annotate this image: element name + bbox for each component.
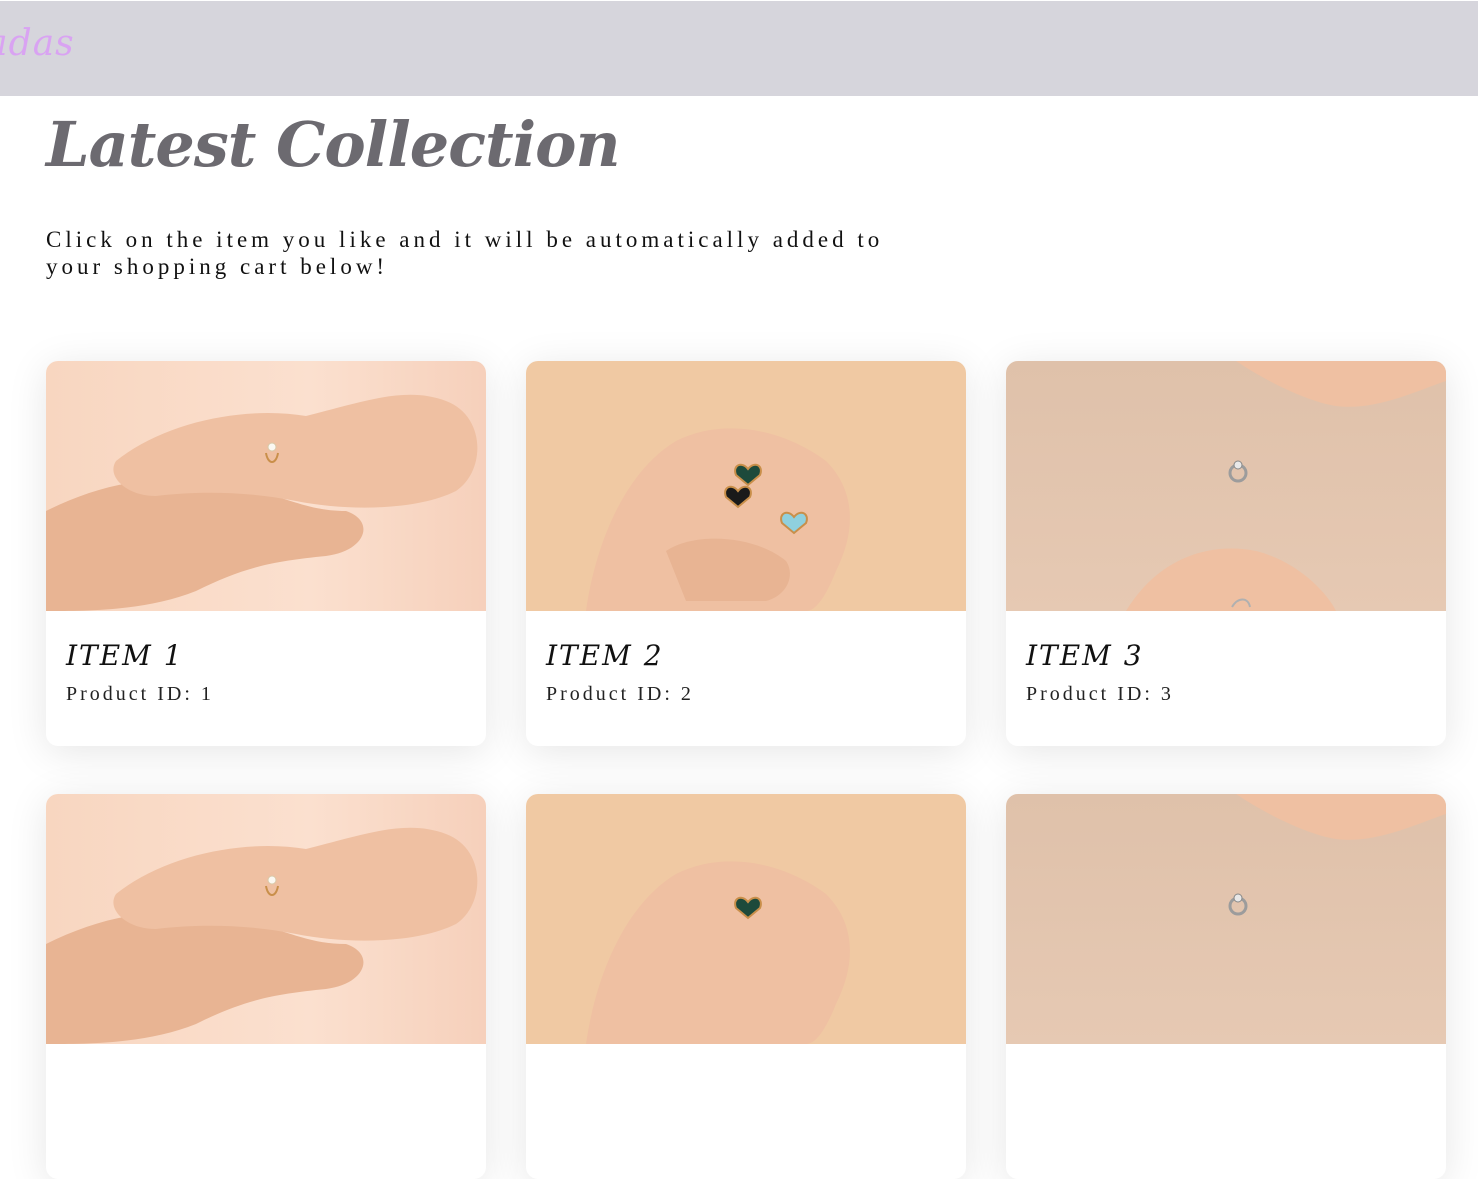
intro-text: Click on the item you like and it will b… — [46, 227, 884, 279]
product-image — [1006, 361, 1446, 611]
product-card-5[interactable] — [526, 794, 966, 1179]
product-image — [46, 361, 486, 611]
product-id: Product ID: 3 — [1026, 683, 1174, 705]
product-card-2[interactable]: ITEM 2 Product ID: 2 — [526, 361, 966, 746]
page-title: Latest Collection — [46, 108, 621, 181]
top-navbar: nadas — [0, 1, 1478, 96]
product-image — [1006, 794, 1446, 1044]
product-name: ITEM 1 — [66, 639, 184, 672]
product-image — [526, 794, 966, 1044]
product-card-1[interactable]: ITEM 1 Product ID: 1 — [46, 361, 486, 746]
product-image — [46, 794, 486, 1044]
product-image — [526, 361, 966, 611]
product-card-4[interactable] — [46, 794, 486, 1179]
product-id: Product ID: 2 — [546, 683, 694, 705]
product-card-6[interactable] — [1006, 794, 1446, 1179]
product-id: Product ID: 1 — [66, 683, 214, 705]
product-name: ITEM 2 — [546, 639, 664, 672]
product-name: ITEM 3 — [1026, 639, 1144, 672]
brand-logo[interactable]: nadas — [0, 23, 75, 64]
product-card-3[interactable]: ITEM 3 Product ID: 3 — [1006, 361, 1446, 746]
